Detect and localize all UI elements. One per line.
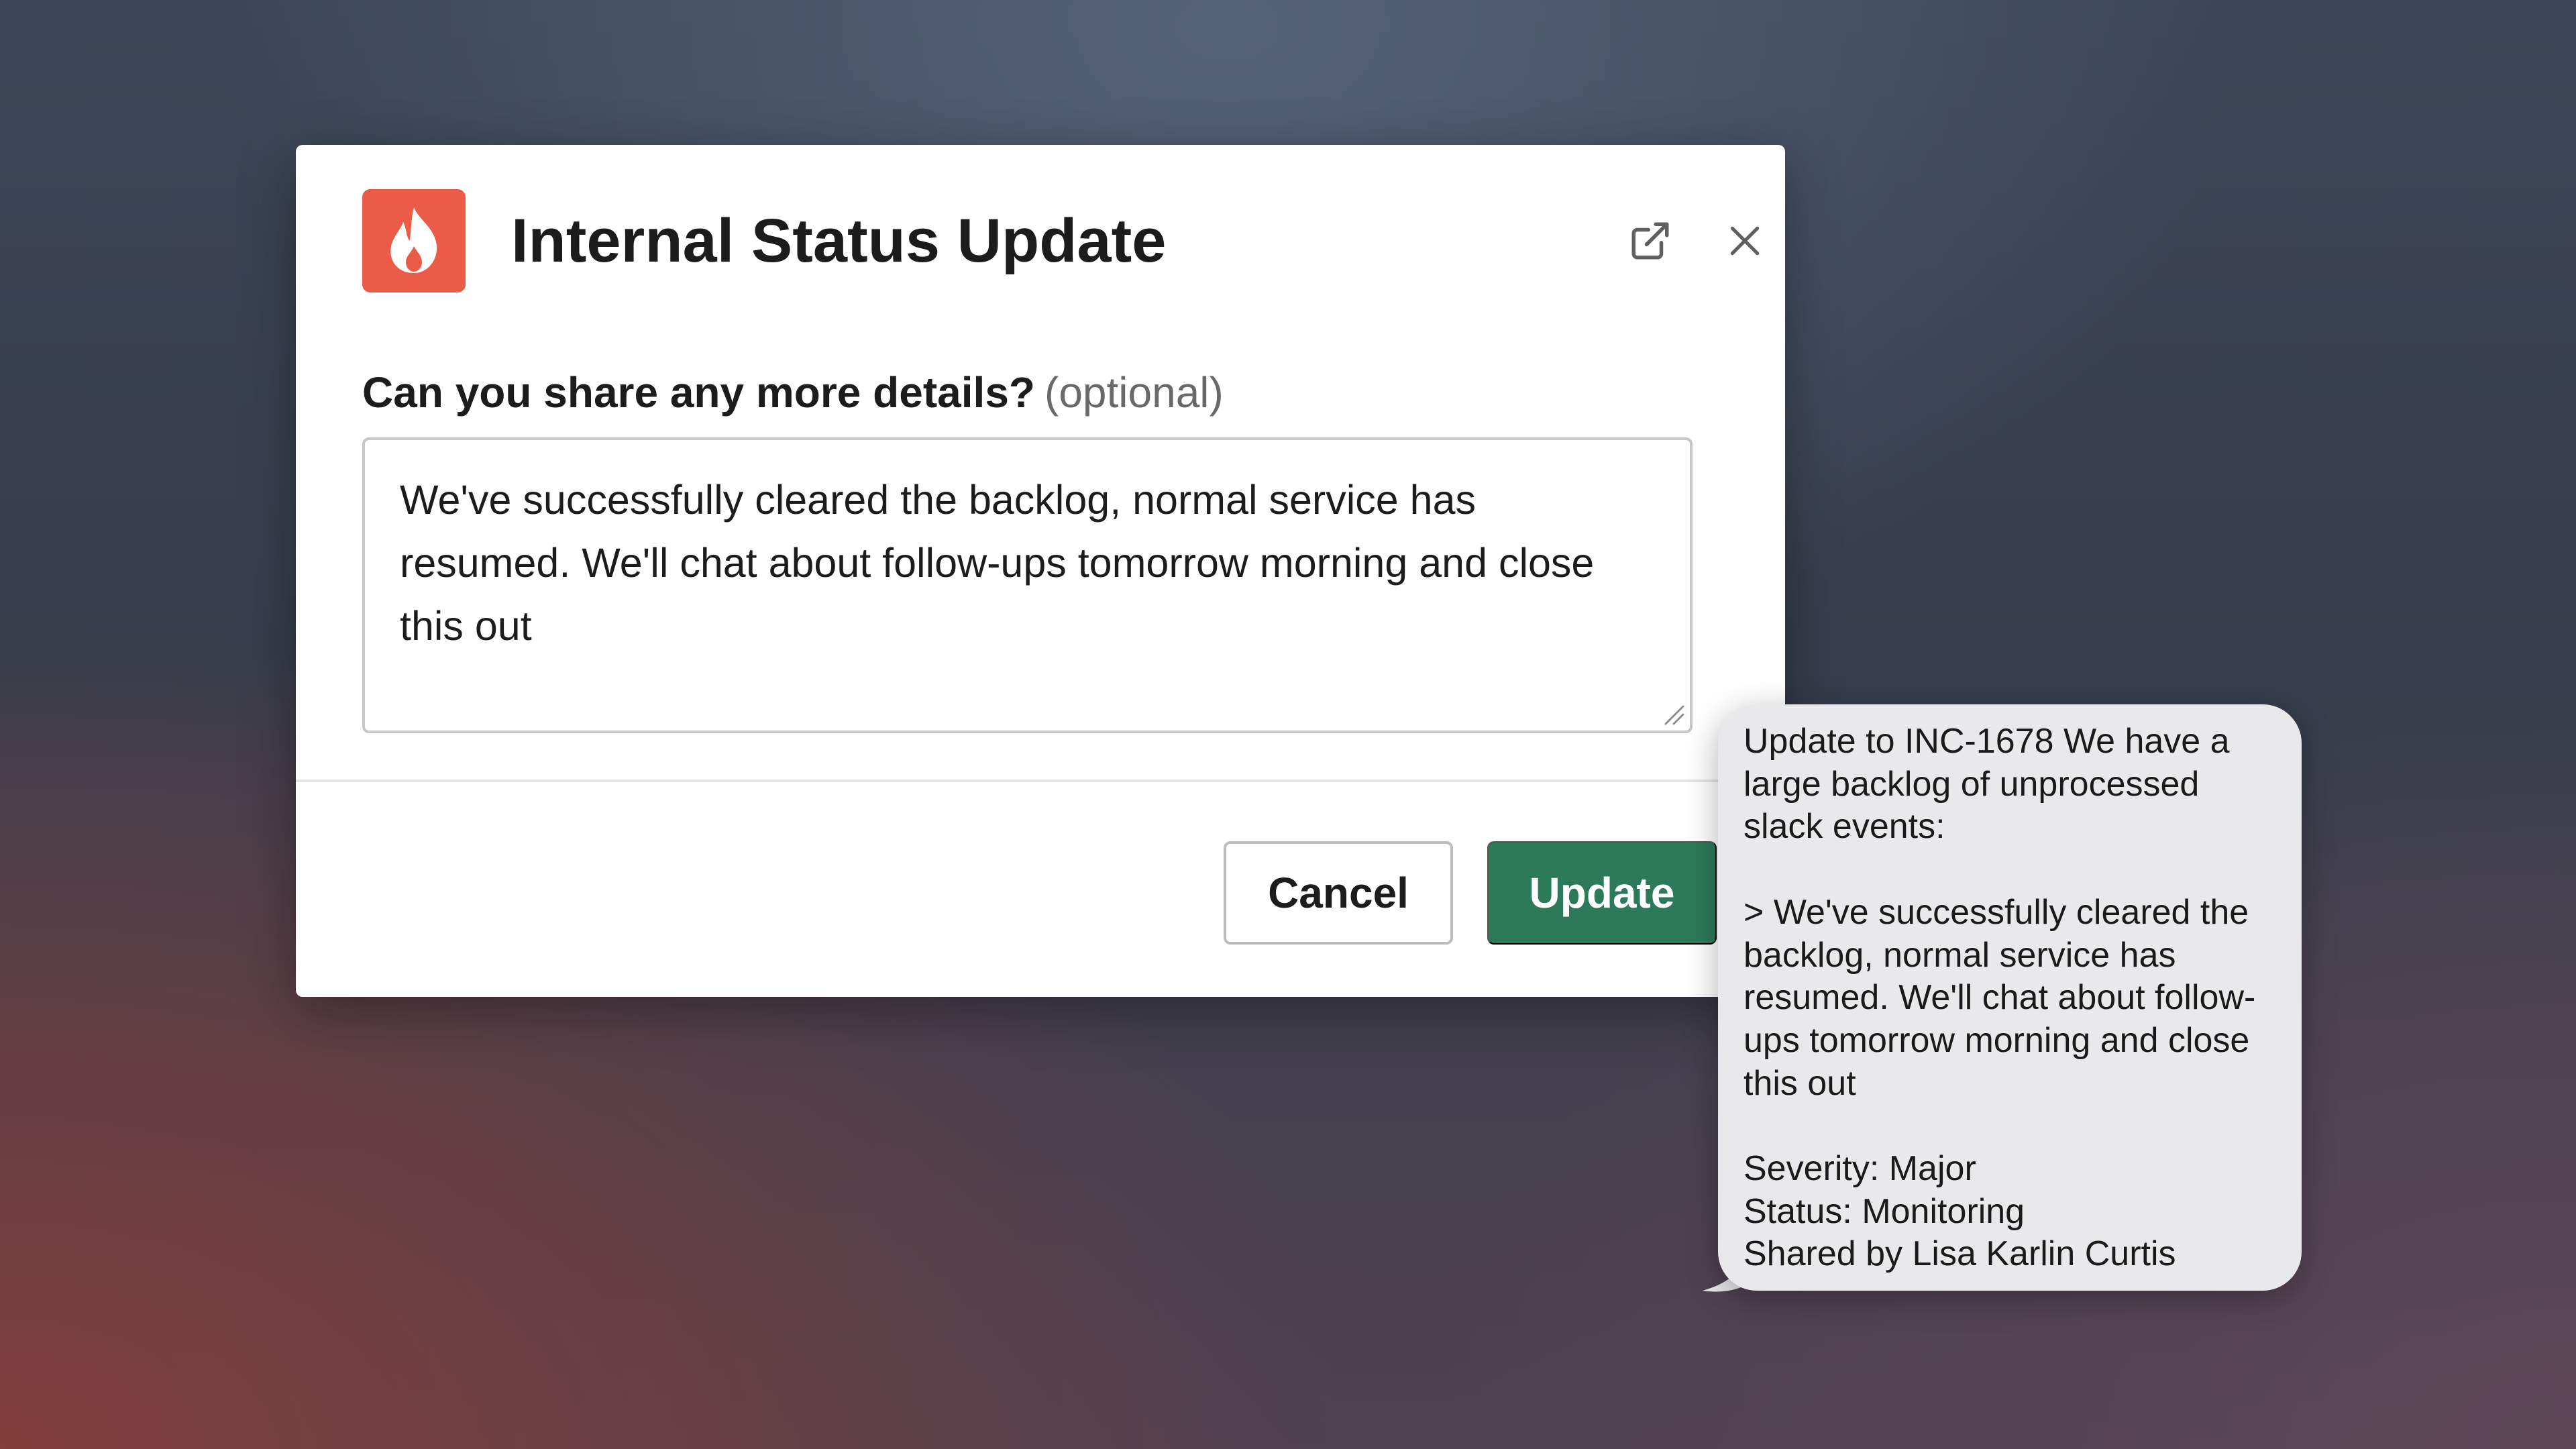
optional-hint: (optional): [1044, 368, 1224, 417]
message-status: Status: Monitoring: [1743, 1191, 2025, 1231]
close-icon: [1730, 226, 1760, 256]
message-shared-by: Shared by Lisa Karlin Curtis: [1743, 1234, 2176, 1274]
details-label-text: Can you share any more details?: [362, 368, 1035, 417]
details-textarea-container: We've successfully cleared the backlog, …: [362, 437, 1693, 733]
status-update-modal: Internal Status Update Can you share any…: [296, 145, 1785, 997]
modal-title: Internal Status Update: [511, 207, 1167, 275]
app-icon: [362, 189, 466, 292]
message-intro: Update to INC-1678 We have a large backl…: [1743, 722, 2240, 847]
update-button[interactable]: Update: [1487, 841, 1717, 945]
open-in-new-window-button[interactable]: [1621, 212, 1679, 270]
message-quote: > We've successfully cleared the backlog…: [1743, 892, 2259, 1103]
close-button[interactable]: [1716, 212, 1774, 270]
flame-icon: [390, 207, 437, 273]
message-severity: Severity: Major: [1743, 1149, 1976, 1188]
modal-header: Internal Status Update: [362, 189, 1760, 292]
details-textarea[interactable]: We've successfully cleared the backlog, …: [365, 440, 1690, 731]
resize-handle-icon[interactable]: [1662, 702, 1686, 727]
footer-divider: [296, 780, 1785, 782]
message-bubble: Update to INC-1678 We have a large backl…: [1718, 704, 2302, 1291]
details-field-label: Can you share any more details? (optional…: [362, 356, 1224, 429]
cancel-button[interactable]: Cancel: [1224, 841, 1453, 945]
external-link-icon: [1631, 222, 1669, 260]
